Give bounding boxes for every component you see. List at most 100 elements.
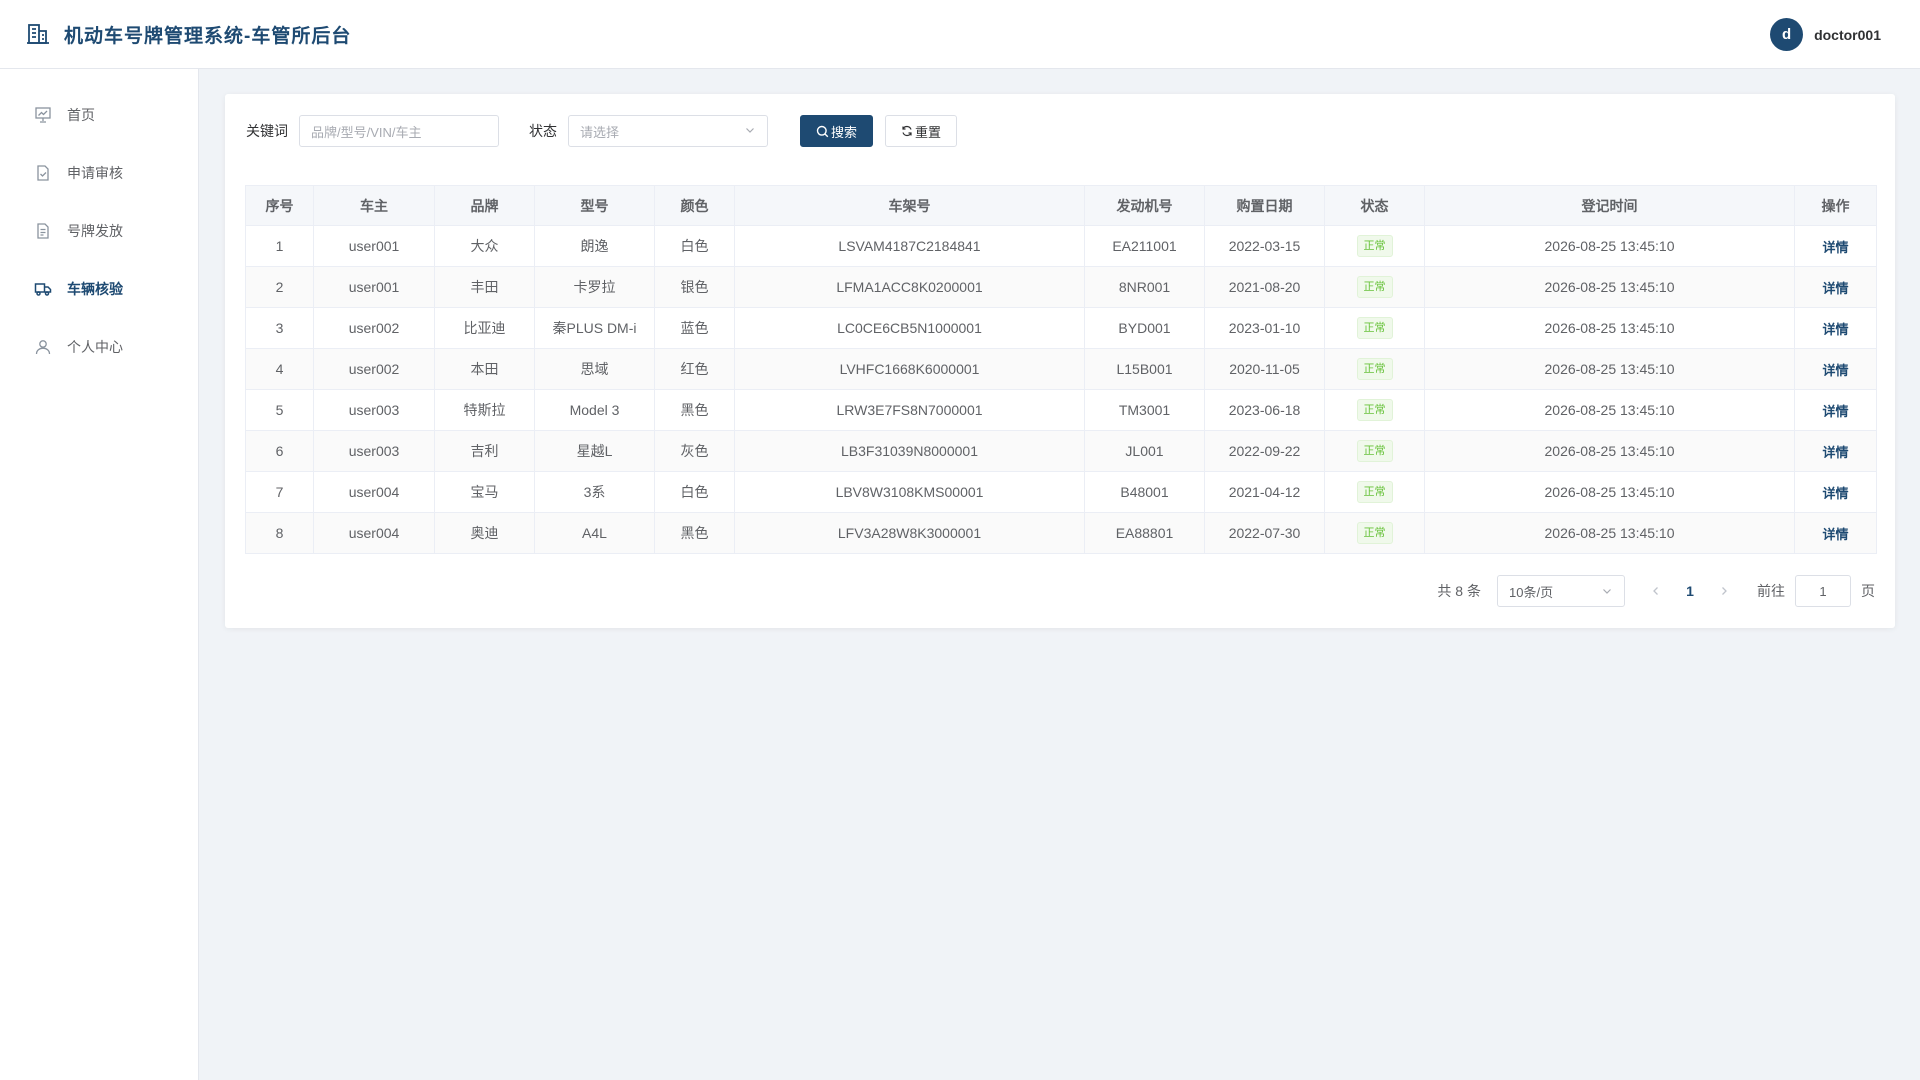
goto-label: 前往 bbox=[1757, 583, 1785, 599]
cell-status: 正常 bbox=[1324, 430, 1425, 472]
status-select[interactable]: 请选择 bbox=[568, 115, 768, 147]
cell-vin: LFMA1ACC8K0200001 bbox=[734, 266, 1085, 308]
search-button[interactable]: 搜索 bbox=[800, 115, 874, 147]
cell-registered: 2026-08-25 13:45:10 bbox=[1424, 266, 1795, 308]
status-label: 状态 bbox=[529, 123, 557, 139]
column-header: 操作 bbox=[1794, 185, 1877, 226]
page-number-current[interactable]: 1 bbox=[1675, 575, 1705, 607]
sidebar-item-personal-center[interactable]: 个人中心 bbox=[0, 318, 198, 376]
cell-no: 8 bbox=[245, 512, 314, 554]
cell-action: 详情 bbox=[1794, 512, 1877, 554]
cell-no: 1 bbox=[245, 225, 314, 267]
detail-link[interactable]: 详情 bbox=[1822, 404, 1848, 419]
column-header: 型号 bbox=[534, 185, 655, 226]
detail-link[interactable]: 详情 bbox=[1822, 240, 1848, 255]
sidebar-item-home[interactable]: 首页 bbox=[0, 86, 198, 144]
column-header: 颜色 bbox=[654, 185, 735, 226]
status-badge: 正常 bbox=[1356, 440, 1393, 462]
cell-purchase-date: 2022-03-15 bbox=[1204, 225, 1325, 267]
avatar[interactable]: d bbox=[1770, 18, 1804, 51]
search-button-label: 搜索 bbox=[831, 124, 858, 140]
next-page-button[interactable] bbox=[1709, 575, 1739, 607]
detail-link[interactable]: 详情 bbox=[1822, 363, 1848, 378]
cell-model: 卡罗拉 bbox=[534, 266, 655, 308]
cell-action: 详情 bbox=[1794, 225, 1877, 267]
cell-owner: user004 bbox=[313, 512, 435, 554]
column-header: 车主 bbox=[313, 185, 435, 226]
sidebar-item-application-review[interactable]: 申请审核 bbox=[0, 144, 198, 202]
pagination: 共 8 条 10条/页 1 前往 1 页 bbox=[1437, 575, 1875, 607]
cell-purchase-date: 2021-08-20 bbox=[1204, 266, 1325, 308]
cell-model: 思域 bbox=[534, 348, 655, 390]
table-row: 4 user002 本田 思域 红色 LVHFC1668K6000001 L15B001 20… bbox=[245, 348, 1877, 390]
table-row: 5 user003 特斯拉 Model 3 黑色 LRW3E7FS8N7000001 TM3… bbox=[245, 389, 1877, 431]
cell-action: 详情 bbox=[1794, 430, 1877, 472]
table-row: 6 user003 吉利 星越L 灰色 LB3F31039N8000001 JL001 202… bbox=[245, 430, 1877, 472]
cell-status: 正常 bbox=[1324, 225, 1425, 267]
cell-no: 7 bbox=[245, 471, 314, 513]
document-list-icon bbox=[34, 222, 52, 240]
cell-color: 红色 bbox=[654, 348, 735, 390]
chevron-left-icon bbox=[1650, 585, 1662, 597]
cell-action: 详情 bbox=[1794, 471, 1877, 513]
main-card: 关键词 品牌/型号/VIN/车主 状态 请选择 搜索 重置 序号 车主 品牌 型… bbox=[225, 94, 1895, 628]
status-badge: 正常 bbox=[1356, 399, 1393, 421]
column-header: 发动机号 bbox=[1084, 185, 1205, 226]
cell-engine: EA211001 bbox=[1084, 225, 1205, 267]
cell-status: 正常 bbox=[1324, 471, 1425, 513]
user-icon bbox=[34, 338, 52, 356]
page-size-select[interactable]: 10条/页 bbox=[1497, 575, 1625, 607]
cell-status: 正常 bbox=[1324, 512, 1425, 554]
detail-link[interactable]: 详情 bbox=[1822, 322, 1848, 337]
cell-no: 6 bbox=[245, 430, 314, 472]
username[interactable]: doctor001 bbox=[1814, 27, 1881, 43]
detail-link[interactable]: 详情 bbox=[1822, 281, 1848, 296]
keyword-input[interactable]: 品牌/型号/VIN/车主 bbox=[299, 115, 499, 147]
goto-page-input[interactable]: 1 bbox=[1795, 575, 1851, 607]
column-header: 序号 bbox=[245, 185, 314, 226]
status-badge: 正常 bbox=[1356, 358, 1393, 380]
cell-model: A4L bbox=[534, 512, 655, 554]
pagination-total: 共 8 条 bbox=[1437, 583, 1481, 599]
truck-icon bbox=[34, 280, 52, 298]
cell-owner: user003 bbox=[313, 389, 435, 431]
cell-brand: 宝马 bbox=[434, 471, 535, 513]
cell-no: 5 bbox=[245, 389, 314, 431]
cell-status: 正常 bbox=[1324, 389, 1425, 431]
cell-model: 星越L bbox=[534, 430, 655, 472]
sidebar-item-vehicle-verification[interactable]: 车辆核验 bbox=[0, 260, 198, 318]
sidebar-item-label: 首页 bbox=[67, 107, 95, 123]
app-title: 机动车号牌管理系统-车管所后台 bbox=[64, 25, 352, 47]
status-placeholder: 请选择 bbox=[580, 124, 620, 140]
detail-link[interactable]: 详情 bbox=[1822, 527, 1848, 542]
sidebar-item-label: 号牌发放 bbox=[67, 223, 123, 239]
cell-no: 4 bbox=[245, 348, 314, 390]
sidebar-item-plate-issuance[interactable]: 号牌发放 bbox=[0, 202, 198, 260]
status-badge: 正常 bbox=[1356, 235, 1393, 257]
table-row: 7 user004 宝马 3系 白色 LBV8W3108KMS00001 B48001 202… bbox=[245, 471, 1877, 513]
chevron-right-icon bbox=[1718, 585, 1730, 597]
cell-color: 黑色 bbox=[654, 512, 735, 554]
cell-purchase-date: 2022-07-30 bbox=[1204, 512, 1325, 554]
cell-engine: JL001 bbox=[1084, 430, 1205, 472]
cell-action: 详情 bbox=[1794, 389, 1877, 431]
cell-model: 朗逸 bbox=[534, 225, 655, 267]
detail-link[interactable]: 详情 bbox=[1822, 486, 1848, 501]
reset-button[interactable]: 重置 bbox=[885, 115, 958, 147]
cell-brand: 特斯拉 bbox=[434, 389, 535, 431]
cell-owner: user002 bbox=[313, 348, 435, 390]
cell-no: 3 bbox=[245, 307, 314, 349]
cell-no: 2 bbox=[245, 266, 314, 308]
cell-brand: 大众 bbox=[434, 225, 535, 267]
cell-vin: LRW3E7FS8N7000001 bbox=[734, 389, 1085, 431]
prev-page-button[interactable] bbox=[1641, 575, 1671, 607]
chart-board-icon bbox=[34, 106, 52, 124]
cell-color: 黑色 bbox=[654, 389, 735, 431]
cell-color: 灰色 bbox=[654, 430, 735, 472]
user-menu[interactable]: d doctor001 bbox=[1770, 18, 1881, 51]
detail-link[interactable]: 详情 bbox=[1822, 445, 1848, 460]
chevron-down-icon bbox=[744, 124, 756, 139]
column-header: 车架号 bbox=[734, 185, 1085, 226]
cell-brand: 比亚迪 bbox=[434, 307, 535, 349]
cell-status: 正常 bbox=[1324, 307, 1425, 349]
